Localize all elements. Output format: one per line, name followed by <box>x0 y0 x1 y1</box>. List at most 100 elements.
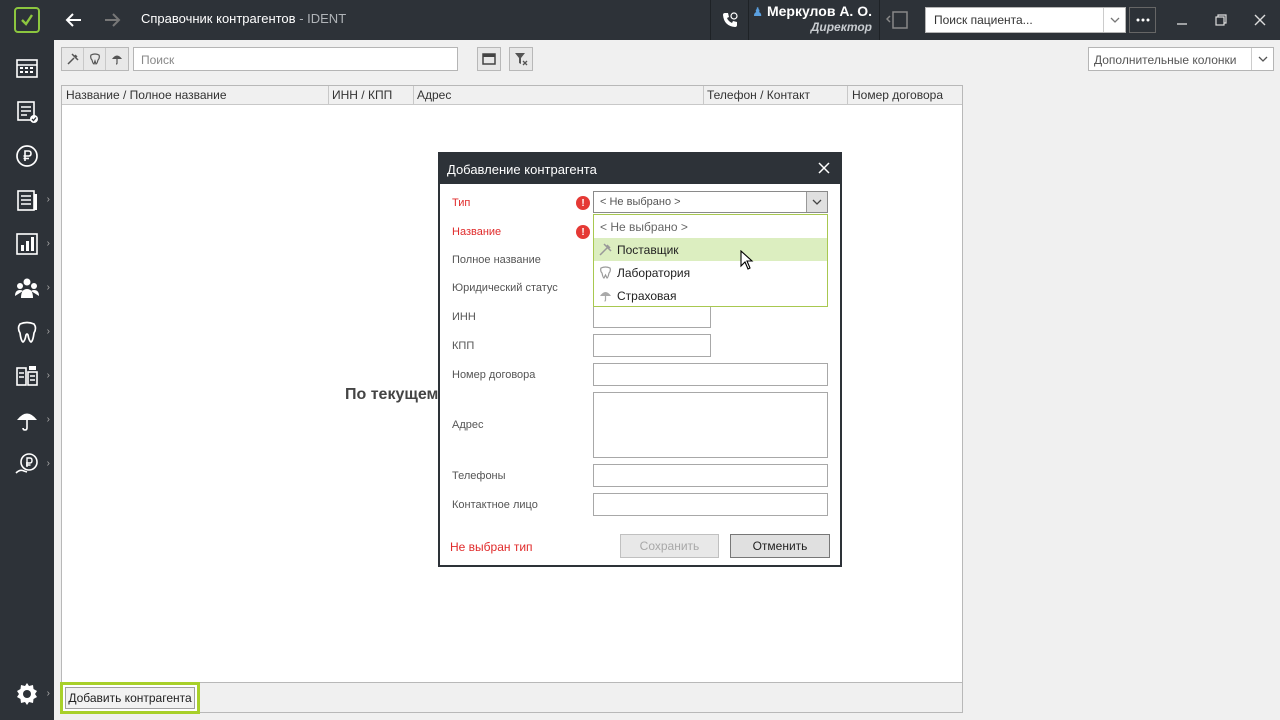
chevron-down-icon[interactable] <box>806 192 827 212</box>
task-list-icon[interactable] <box>0 90 54 134</box>
additional-columns-dropdown[interactable]: Дополнительные колонки <box>1088 47 1274 71</box>
option-label: Лаборатория <box>617 266 691 280</box>
checkmark-icon <box>14 7 40 33</box>
column-divider[interactable] <box>328 86 329 105</box>
divider <box>879 0 880 40</box>
chevron-down-icon[interactable] <box>1103 8 1125 32</box>
patient-search-combo[interactable]: Поиск пациента... <box>925 7 1126 33</box>
address-field[interactable] <box>593 392 828 458</box>
tooth-icon[interactable]: › <box>0 310 54 354</box>
analytics-icon[interactable]: › <box>0 222 54 266</box>
laboratory-tooth-icon <box>599 266 612 279</box>
column-header-address[interactable]: Адрес <box>417 88 451 102</box>
contract-number-field[interactable] <box>593 363 828 386</box>
user-role: Директор <box>810 20 872 34</box>
column-divider[interactable] <box>413 86 414 105</box>
column-header-inn-kpp[interactable]: ИНН / КПП <box>332 88 392 102</box>
divider <box>748 0 749 40</box>
option-label: < Не выбрано > <box>600 220 688 234</box>
validation-message: Не выбран тип <box>450 540 533 554</box>
type-option-none[interactable]: < Не выбрано > <box>594 215 827 238</box>
type-option-laboratory[interactable]: Лаборатория <box>594 261 827 284</box>
column-divider[interactable] <box>703 86 704 105</box>
insurance-umbrella-icon[interactable]: › <box>0 398 54 442</box>
column-header-phone[interactable]: Телефон / Контакт <box>707 88 810 102</box>
legal-status-label: Юридический статус <box>452 282 558 294</box>
ellipsis-icon <box>1136 18 1149 22</box>
column-header-contract[interactable]: Номер договора <box>852 88 943 102</box>
restore-icon[interactable] <box>1209 8 1233 32</box>
app-name: IDENT <box>307 11 347 26</box>
schedule-icon[interactable] <box>0 46 54 90</box>
inn-label: ИНН <box>452 311 476 323</box>
phones-field[interactable] <box>593 464 828 487</box>
option-label: Страховая <box>617 289 677 303</box>
user-info[interactable]: ♟ Меркулов А. О. Директор <box>750 3 872 34</box>
column-divider[interactable] <box>847 86 848 105</box>
contact-person-field[interactable] <box>593 493 828 516</box>
history-icon[interactable] <box>885 8 914 32</box>
chevron-right-icon: › <box>46 414 50 425</box>
back-arrow-icon[interactable] <box>62 8 86 32</box>
grid-header: Название / Полное название ИНН / КПП Адр… <box>62 86 962 105</box>
chevron-right-icon: › <box>46 282 50 293</box>
divider <box>710 0 711 40</box>
type-filter-group <box>61 47 129 71</box>
dialog-title: Добавление контрагента <box>447 162 597 177</box>
forward-arrow-icon[interactable] <box>100 8 124 32</box>
cancel-button[interactable]: Отменить <box>730 534 830 558</box>
type-label: Тип <box>452 197 471 209</box>
error-icon: ! <box>576 196 590 210</box>
close-icon[interactable] <box>816 160 832 176</box>
window-title-text: Справочник контрагентов <box>141 11 296 26</box>
supplier-tools-icon <box>599 243 612 256</box>
add-counterparty-dialog: Добавление контрагента Тип ! < Не выбран… <box>438 152 842 567</box>
save-button[interactable]: Сохранить <box>620 534 719 558</box>
supplier-tools-icon[interactable] <box>62 48 84 70</box>
empty-grid-message: По текущем <box>345 386 439 403</box>
error-icon: ! <box>576 225 590 239</box>
title-bar: Справочник контрагентов - IDENT ♟ Меркул… <box>0 0 1280 40</box>
type-option-supplier[interactable]: Поставщик <box>594 238 827 261</box>
payments-icon[interactable]: › <box>0 442 54 486</box>
app-logo[interactable] <box>0 0 54 40</box>
type-option-insurance[interactable]: Страховая <box>594 284 827 307</box>
search-placeholder: Поиск <box>141 53 175 67</box>
reports-icon[interactable]: › <box>0 178 54 222</box>
clear-filter-icon[interactable] <box>509 47 533 71</box>
sidebar: › › › › › › › › <box>0 40 54 720</box>
search-input[interactable]: Поиск <box>133 47 458 71</box>
more-options-button[interactable] <box>1129 7 1156 33</box>
chevron-right-icon: › <box>46 326 50 337</box>
archive-icon[interactable] <box>477 47 501 71</box>
phone-icon[interactable] <box>712 0 748 40</box>
close-window-icon[interactable] <box>1248 8 1272 32</box>
chevron-down-icon[interactable] <box>1251 48 1273 70</box>
minimize-icon[interactable] <box>1170 8 1194 32</box>
column-header-name[interactable]: Название / Полное название <box>66 88 227 102</box>
warehouse-icon[interactable]: › <box>0 354 54 398</box>
inn-field[interactable] <box>593 305 711 328</box>
staff-icon[interactable]: › <box>0 266 54 310</box>
user-name: Меркулов А. О. <box>766 3 872 19</box>
type-combobox[interactable]: < Не выбрано > <box>593 191 828 213</box>
settings-gear-icon[interactable]: › <box>0 672 54 716</box>
type-selected-value: < Не выбрано > <box>600 196 681 208</box>
chevron-right-icon: › <box>46 370 50 381</box>
dialog-header: Добавление контрагента <box>440 154 840 184</box>
ruble-icon[interactable] <box>0 134 54 178</box>
type-dropdown-list: < Не выбрано > Поставщик Лаборатория Стр… <box>593 214 828 307</box>
full-name-label: Полное название <box>452 254 541 266</box>
title-separator: - <box>295 11 308 26</box>
name-label: Название <box>452 226 502 238</box>
insurance-umbrella-icon[interactable] <box>106 48 128 70</box>
phones-label: Телефоны <box>452 470 506 482</box>
option-label: Поставщик <box>617 243 679 257</box>
contact-person-label: Контактное лицо <box>452 499 538 511</box>
add-counterparty-button[interactable]: Добавить контрагента <box>65 687 195 709</box>
chevron-right-icon: › <box>46 458 50 469</box>
kpp-field[interactable] <box>593 334 711 357</box>
laboratory-tooth-icon[interactable] <box>84 48 106 70</box>
chevron-right-icon: › <box>46 688 50 699</box>
kpp-label: КПП <box>452 340 475 352</box>
